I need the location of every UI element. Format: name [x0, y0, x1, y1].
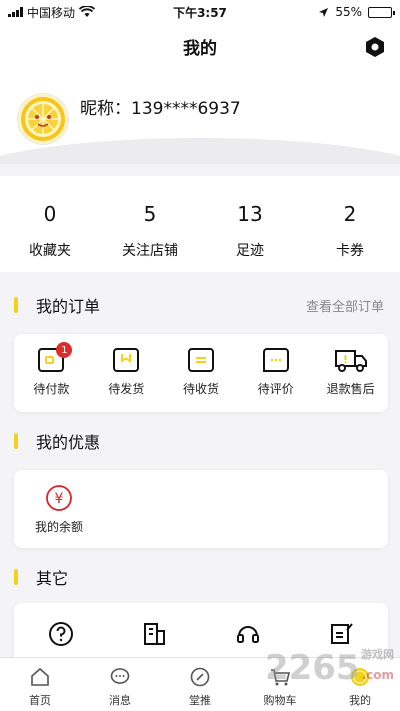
other-feedback[interactable] — [295, 603, 389, 647]
stat-label: 关注店铺 — [122, 243, 178, 259]
carrier-name: 中国移动 — [27, 5, 76, 20]
package-icon — [113, 348, 140, 372]
view-all-orders-link[interactable]: 查看全部订单 — [306, 296, 384, 315]
tab-label: 我的 — [349, 694, 371, 707]
stat-followed-shops[interactable]: 5 关注店铺 — [100, 176, 200, 272]
other-help[interactable] — [14, 603, 108, 647]
lemon-avatar-icon — [25, 101, 61, 137]
status-right: 55% — [242, 5, 395, 19]
section-accent-bar — [14, 297, 18, 313]
signal-icon — [8, 7, 23, 17]
watermark-suffix: .com — [361, 668, 394, 682]
stat-footprints[interactable]: 13 足迹 — [200, 176, 300, 272]
wallet-icon: 1 — [38, 342, 73, 372]
title-bar: 我的 — [0, 24, 400, 68]
battery-icon — [368, 6, 395, 18]
watermark: 2265 .com 游戏网 — [265, 648, 394, 688]
nickname-text[interactable]: 昵称：139****6937 — [80, 94, 241, 119]
order-badge: 1 — [56, 342, 73, 358]
order-pending-shipment[interactable]: 待发货 — [89, 334, 164, 412]
edit-note-icon — [331, 623, 354, 644]
stat-value: 0 — [43, 202, 57, 226]
profile-curve-decoration — [0, 138, 400, 164]
avatar[interactable] — [18, 94, 68, 144]
tab-label: 首页 — [29, 694, 51, 707]
order-label: 待评价 — [257, 382, 294, 396]
compass-icon — [190, 667, 210, 687]
stat-value: 5 — [143, 202, 157, 226]
battery-percent: 55% — [335, 5, 362, 19]
order-label: 待发货 — [108, 382, 145, 396]
yen-coin-icon: ¥ — [46, 485, 72, 511]
others-section-header: 其它 — [0, 562, 400, 592]
page-title: 我的 — [183, 38, 217, 59]
chat-bubble-icon — [110, 668, 130, 684]
balance-entry[interactable]: ¥ 我的余额 — [14, 470, 104, 535]
orders-card: 1 待付款 待发货 待收货 待评价 退款售后 — [14, 334, 388, 412]
coupons-section-header: 我的优惠 — [0, 426, 400, 456]
tab-label: 购物车 — [263, 694, 297, 707]
orders-section-header: 我的订单 查看全部订单 — [0, 290, 400, 320]
order-label: 待付款 — [33, 382, 70, 396]
tab-label: 堂推 — [189, 694, 211, 707]
receive-box-icon — [187, 348, 214, 372]
order-pending-receipt[interactable]: 待收货 — [164, 334, 239, 412]
comment-icon — [262, 348, 289, 372]
stat-label: 收藏夹 — [29, 243, 71, 259]
wifi-icon — [79, 6, 96, 17]
order-pending-payment[interactable]: 1 待付款 — [14, 334, 89, 412]
status-bar: 中国移动 下午3:57 55% — [0, 0, 400, 24]
coupons-card: ¥ 我的余额 — [14, 470, 388, 548]
profile-section: 昵称：139****6937 — [0, 68, 400, 164]
stat-value: 13 — [237, 202, 263, 226]
tab-recommend[interactable]: 堂推 — [160, 658, 240, 711]
order-pending-review[interactable]: 待评价 — [238, 334, 313, 412]
balance-label: 我的余额 — [34, 520, 83, 534]
watermark-site: 游戏网 — [361, 648, 394, 661]
headset-icon — [236, 626, 259, 643]
orders-title: 我的订单 — [36, 297, 101, 316]
building-icon — [144, 623, 166, 645]
watermark-text: 2265 — [264, 648, 360, 688]
stat-coupons[interactable]: 2 卡券 — [300, 176, 400, 272]
section-accent-bar — [14, 569, 18, 585]
status-time: 下午3:57 — [173, 5, 227, 20]
tab-home[interactable]: 首页 — [0, 658, 80, 711]
other-customer-service[interactable] — [201, 603, 295, 647]
settings-hexagon-icon[interactable] — [364, 36, 386, 58]
order-label: 退款售后 — [326, 382, 375, 396]
stat-favorites[interactable]: 0 收藏夹 — [0, 176, 100, 272]
svg-text:¥: ¥ — [55, 491, 64, 507]
truck-icon — [334, 350, 367, 372]
home-icon — [31, 667, 49, 686]
other-building[interactable] — [108, 603, 202, 647]
others-title: 其它 — [36, 569, 69, 588]
coupons-title: 我的优惠 — [36, 433, 101, 452]
question-icon — [48, 622, 73, 646]
section-accent-bar — [14, 433, 18, 449]
tab-messages[interactable]: 消息 — [80, 658, 160, 711]
stats-row: 0 收藏夹 5 关注店铺 13 足迹 2 卡券 — [0, 176, 400, 272]
order-label: 待收货 — [182, 382, 219, 396]
location-arrow-icon — [319, 7, 329, 17]
tab-label: 消息 — [109, 694, 131, 707]
order-refund-aftersale[interactable]: 退款售后 — [313, 334, 388, 412]
stat-label: 卡券 — [336, 243, 364, 259]
stat-value: 2 — [343, 202, 357, 226]
status-left: 中国移动 — [8, 4, 158, 21]
stat-label: 足迹 — [236, 243, 264, 259]
